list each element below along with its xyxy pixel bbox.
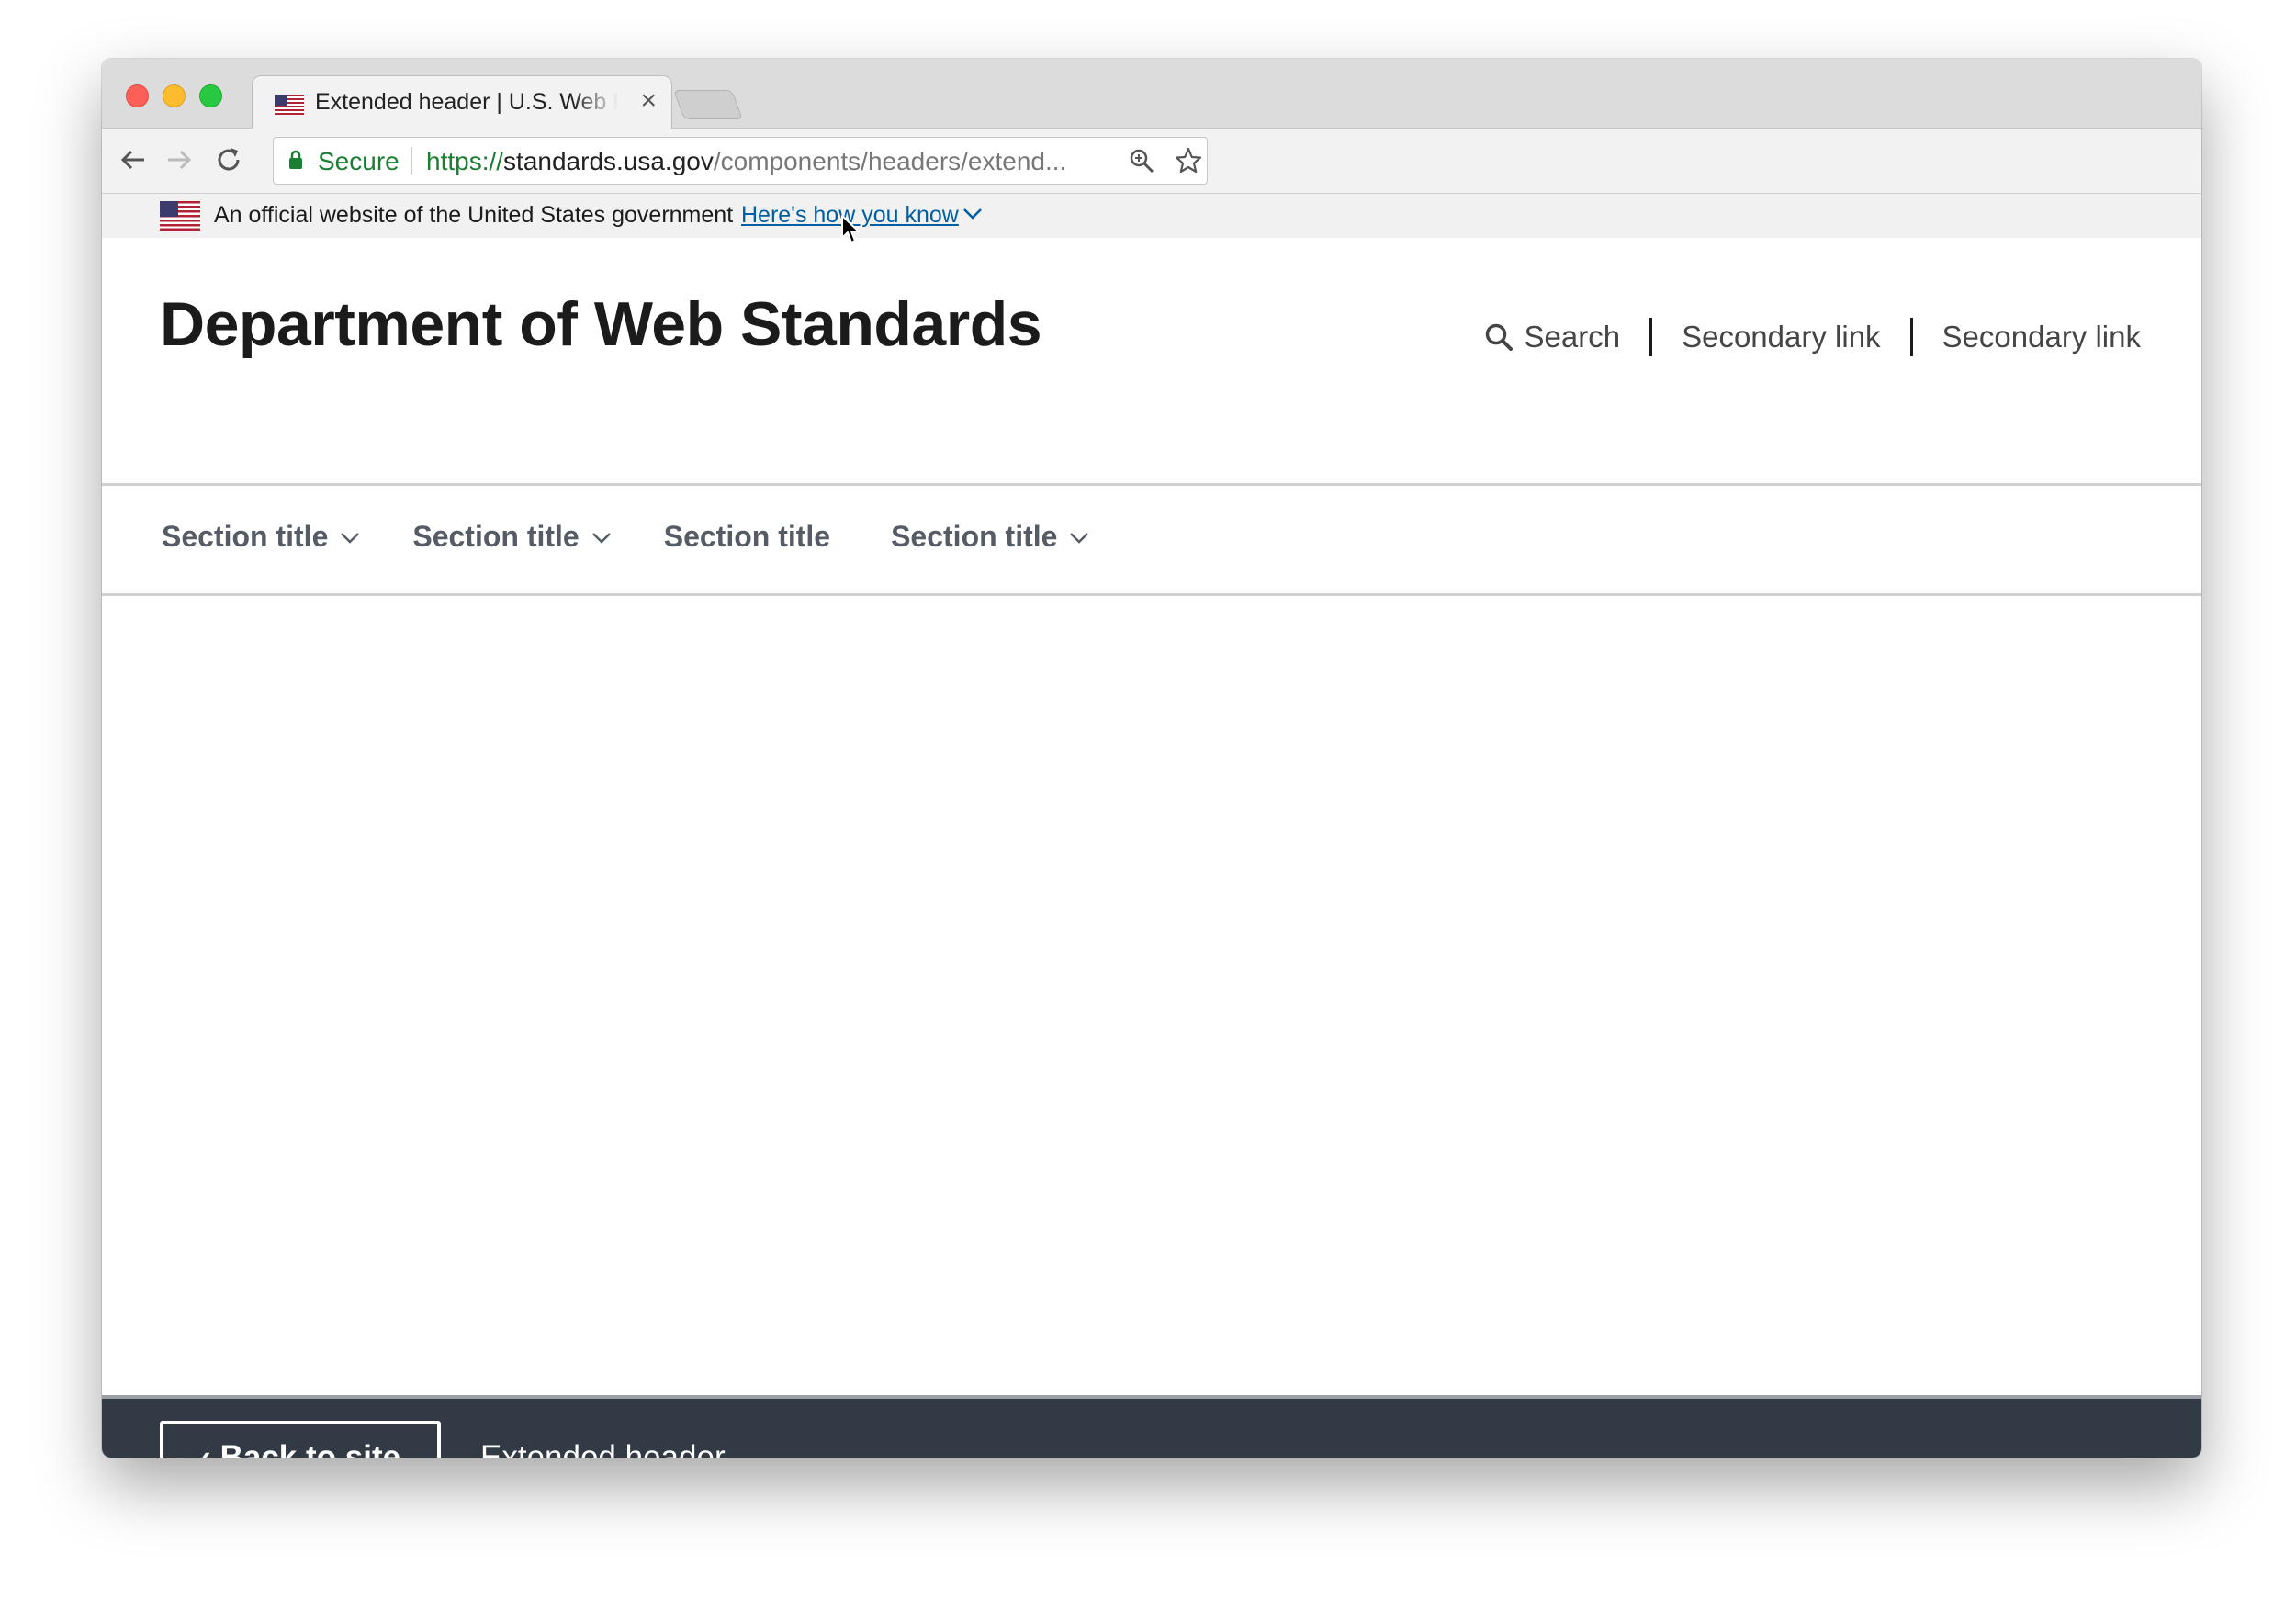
new-tab-button[interactable] bbox=[673, 90, 743, 119]
reload-icon[interactable] bbox=[212, 143, 245, 176]
lock-icon bbox=[289, 150, 302, 169]
preview-footer-bar: ‹ Back to site Extended header bbox=[102, 1395, 2201, 1458]
search-icon bbox=[1485, 323, 1513, 351]
back-to-site-button[interactable]: ‹ Back to site bbox=[160, 1421, 441, 1458]
nav-section-label: Section title bbox=[663, 520, 831, 553]
official-website-text: An official website of the United States… bbox=[214, 202, 734, 228]
zoom-icon[interactable] bbox=[1128, 147, 1155, 175]
minimize-window-button[interactable] bbox=[163, 84, 186, 107]
nav-divider bbox=[102, 593, 2201, 596]
omnibox-divider bbox=[411, 147, 412, 175]
back-arrow-icon[interactable] bbox=[117, 143, 150, 176]
url-path: /components/headers/extend... bbox=[713, 147, 1067, 175]
forward-arrow-icon[interactable] bbox=[163, 143, 196, 176]
chevron-down-icon[interactable] bbox=[962, 207, 983, 221]
secondary-link-2[interactable]: Secondary link bbox=[1942, 320, 2141, 355]
nav-section-4[interactable]: Section title bbox=[891, 520, 1090, 554]
secondary-link-1[interactable]: Secondary link bbox=[1682, 320, 1880, 355]
us-flag-icon bbox=[275, 95, 304, 115]
nav-section-2[interactable]: Section title bbox=[412, 520, 612, 554]
us-flag-icon bbox=[160, 201, 200, 231]
chevron-down-icon bbox=[1070, 532, 1089, 544]
secondary-nav: Search Secondary link Secondary link bbox=[1484, 314, 2141, 360]
nav-section-3[interactable]: Section title bbox=[664, 520, 830, 554]
primary-nav: Section title Section title Section titl… bbox=[162, 520, 1142, 554]
header-divider bbox=[102, 483, 2201, 486]
search-label: Search bbox=[1524, 320, 1621, 354]
chevron-down-icon bbox=[341, 532, 360, 544]
maximize-window-button[interactable] bbox=[199, 84, 222, 107]
tab-title: Extended header | U.S. Web Design System bbox=[315, 89, 618, 115]
chevron-left-icon: ‹ bbox=[199, 1439, 211, 1458]
chevron-down-icon bbox=[591, 532, 611, 544]
nav-section-label: Section title bbox=[412, 520, 580, 553]
browser-window: Extended header | U.S. Web Design System… bbox=[102, 59, 2201, 1458]
bookmark-star-icon[interactable] bbox=[1174, 146, 1203, 175]
browser-toolbar: Secure https://standards.usa.gov/compone… bbox=[102, 129, 2201, 194]
tab-strip: Extended header | U.S. Web Design System… bbox=[102, 59, 2201, 129]
url-scheme: https:// bbox=[426, 147, 504, 175]
nav-section-label: Section title bbox=[162, 520, 329, 553]
url-host: standards.usa.gov bbox=[503, 147, 714, 175]
nav-section-label: Section title bbox=[891, 520, 1058, 553]
page-name-label: Extended header bbox=[480, 1439, 726, 1458]
tab-close-icon[interactable]: × bbox=[640, 85, 657, 116]
back-to-site-label: Back to site bbox=[219, 1439, 401, 1458]
secondary-nav-divider bbox=[1649, 318, 1653, 356]
site-title[interactable]: Department of Web Standards bbox=[160, 288, 1042, 360]
address-bar[interactable]: Secure https://standards.usa.gov/compone… bbox=[273, 137, 1208, 185]
secure-label: Secure bbox=[318, 147, 400, 175]
close-window-button[interactable] bbox=[126, 84, 149, 107]
gov-banner: An official website of the United States… bbox=[102, 194, 2201, 238]
mouse-cursor-icon bbox=[841, 215, 860, 243]
browser-tab-active[interactable]: Extended header | U.S. Web Design System… bbox=[252, 75, 672, 129]
url-text[interactable]: https://standards.usa.gov/components/hea… bbox=[426, 147, 1066, 176]
search-link[interactable]: Search bbox=[1484, 320, 1621, 355]
nav-section-1[interactable]: Section title bbox=[162, 520, 361, 554]
secondary-nav-divider bbox=[1909, 318, 1913, 356]
